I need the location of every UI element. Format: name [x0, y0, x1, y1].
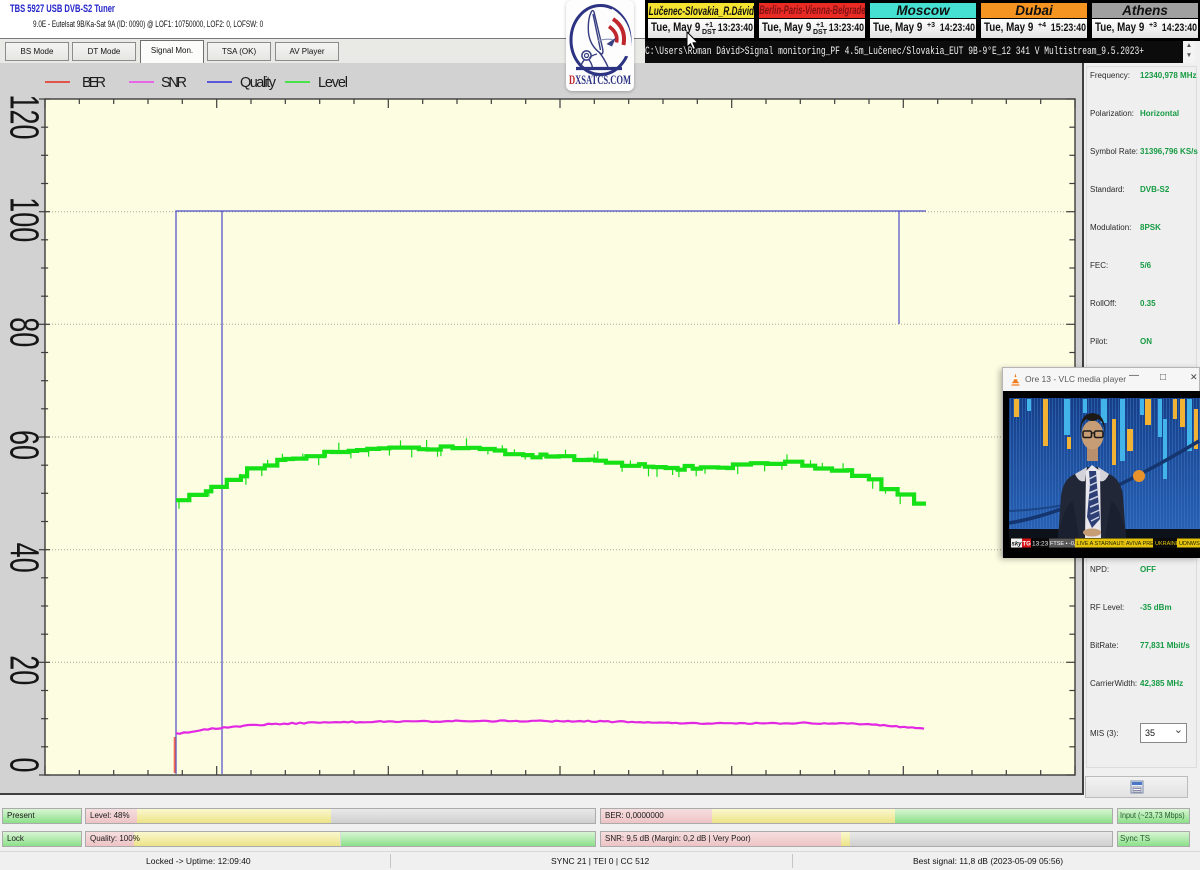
- svg-text:sky: sky: [1012, 542, 1023, 548]
- svg-text:13:23: 13:23: [1032, 541, 1049, 548]
- svg-text:UDNWS.Z: UDNWS.Z: [1179, 541, 1200, 547]
- svg-text:UKRAINE: UKRAINE: [1155, 541, 1180, 547]
- svg-text:40: 40: [1, 543, 46, 573]
- svg-text:0: 0: [1, 757, 46, 772]
- svg-text:SNR: SNR: [161, 75, 187, 91]
- svg-text:DXSATCS.COM: DXSATCS.COM: [569, 72, 631, 87]
- svg-text:TG: TG: [1023, 542, 1032, 548]
- svg-text:Quality: Quality: [240, 75, 277, 91]
- svg-text:120: 120: [1, 94, 46, 139]
- svg-text:20: 20: [1, 655, 46, 685]
- svg-text:Level: Level: [318, 75, 348, 91]
- svg-text:60: 60: [1, 430, 46, 460]
- svg-text:BER: BER: [82, 75, 106, 91]
- svg-text:100: 100: [1, 197, 46, 242]
- svg-text:80: 80: [1, 317, 46, 347]
